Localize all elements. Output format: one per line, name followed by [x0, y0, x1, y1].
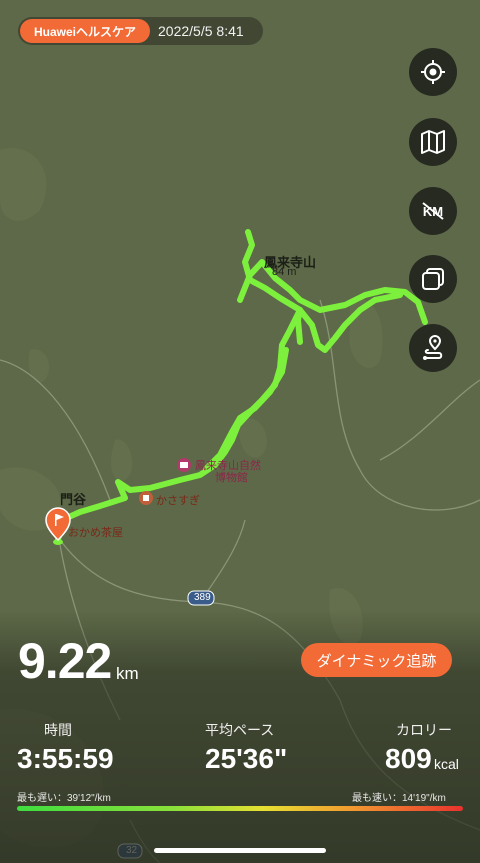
calorie-unit: kcal [434, 756, 459, 772]
layers-icon [422, 268, 444, 290]
map-style-button[interactable] [409, 118, 457, 166]
time-value: 3:55:59 [17, 743, 114, 774]
route-button[interactable] [409, 324, 457, 372]
pace-gradient-bar [17, 806, 463, 811]
time-label: 時間 [44, 722, 72, 738]
map-label-museum-2: 博物館 [215, 472, 248, 484]
activity-datetime: 2022/5/5 8:41 [158, 23, 244, 39]
avg-pace-label: 平均ペース [205, 722, 275, 738]
route-label-389: 389 [194, 592, 211, 603]
museum-poi-icon [177, 458, 191, 472]
crosshair-icon [421, 60, 445, 84]
calorie-value: 809 [385, 743, 432, 774]
home-indicator[interactable] [154, 848, 326, 853]
distance-value: 9.22 [18, 633, 112, 689]
map-label-kadoya: 門谷 [60, 492, 87, 507]
layers-button[interactable] [409, 255, 457, 303]
map-label-peak-elevation: 84 m [272, 266, 297, 278]
distance-unit: km [116, 664, 139, 683]
kasasugi-poi-icon [139, 491, 153, 505]
map-label-okame: おかめ茶屋 [68, 527, 123, 539]
header-pill: Huaweiヘルスケア 2022/5/5 8:41 [18, 17, 263, 45]
locate-button[interactable] [409, 48, 457, 96]
slowest-pace-label: 最も遅い：39'12"/km [17, 793, 111, 804]
km-marker-toggle[interactable]: KM [409, 187, 457, 235]
fastest-pace-label: 最も速い：14'19"/km [352, 793, 446, 804]
app-tag[interactable]: Huaweiヘルスケア [20, 19, 151, 43]
map-label-kasasugi: かさすぎ [156, 495, 200, 507]
route-pin-icon [423, 335, 443, 360]
map-icon [421, 130, 445, 154]
dynamic-track-button[interactable]: ダイナミック追跡 [301, 643, 452, 677]
avg-pace-value: 25'36" [205, 743, 288, 774]
km-icon: KM [422, 202, 444, 220]
calorie-label: カロリー [396, 722, 452, 738]
